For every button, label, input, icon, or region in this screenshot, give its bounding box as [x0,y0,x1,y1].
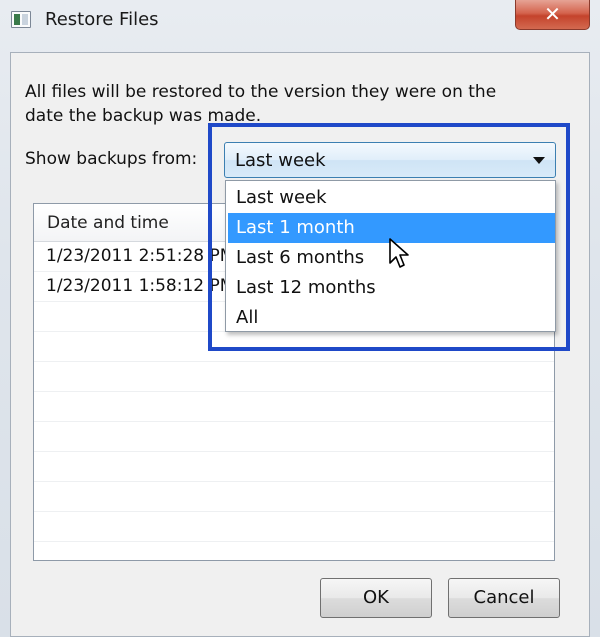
close-button[interactable]: ✕ [515,0,590,30]
show-backups-label: Show backups from: [25,149,198,169]
close-icon: ✕ [544,2,561,26]
table-cell-date: 1/23/2011 1:58:12 PM [46,276,235,296]
column-header-date-time[interactable]: Date and time [47,213,169,233]
table-row-empty [34,452,554,482]
cancel-button[interactable]: Cancel [448,578,560,618]
window-title: Restore Files [45,9,159,30]
mouse-cursor-icon [389,238,409,268]
table-row-empty [34,482,554,512]
table-row-empty [34,422,554,452]
ok-button[interactable]: OK [320,578,432,618]
restore-files-icon [11,11,31,28]
table-row-empty [34,392,554,422]
table-row-empty [34,512,554,542]
description-text: All files will be restored to the versio… [25,82,497,126]
title-bar: Restore Files ✕ [0,0,600,42]
window-frame: Restore Files ✕ All files will be restor… [0,0,600,637]
table-cell-date: 1/23/2011 2:51:28 PM [46,246,235,266]
table-row-empty [34,362,554,392]
